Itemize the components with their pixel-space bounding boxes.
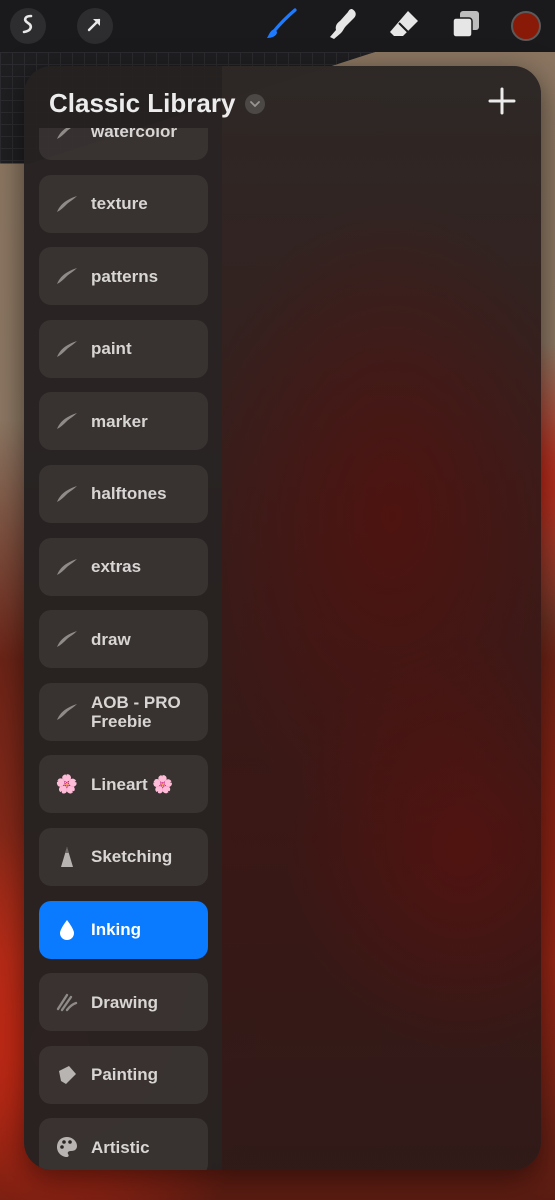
brush-set-label: Sketching	[91, 847, 173, 867]
brush-set-item[interactable]: Painting	[39, 1045, 208, 1104]
ink-drop-icon	[55, 918, 79, 942]
brush-set-label: patterns	[91, 266, 159, 286]
page-title: Classic Library	[49, 88, 236, 118]
brush-set-label: Artistic	[91, 1137, 150, 1157]
brush-set-item[interactable]: extras	[39, 537, 208, 596]
brush-set-label: AOB - PRO Freebie	[91, 692, 181, 731]
brush-set-label: watercolor	[91, 128, 177, 141]
eraser-icon	[386, 6, 422, 47]
brush-set-label: texture	[91, 194, 148, 214]
cursor-arrow-icon	[85, 14, 105, 39]
plus-icon	[488, 87, 516, 120]
brush-set-label: halftones	[91, 484, 167, 504]
palette-icon	[55, 1135, 79, 1159]
brush-set-item[interactable]: Inking	[39, 900, 208, 959]
brush-set-item[interactable]: texture	[39, 174, 208, 233]
brush-set-item[interactable]: halftones	[39, 464, 208, 523]
brush-set-label: paint	[91, 339, 132, 359]
brush-set-item[interactable]: paint	[39, 319, 208, 378]
brush-stroke-icon	[55, 555, 79, 579]
brush-set-item[interactable]: marker	[39, 392, 208, 451]
layers-button[interactable]	[448, 8, 484, 44]
brush-stroke-icon	[55, 409, 79, 433]
wrench-icon	[19, 13, 37, 40]
brush-set-label: marker	[91, 411, 148, 431]
brush-stroke-icon	[55, 264, 79, 288]
brush-set-list-viewport[interactable]: watercolor texture patterns paint marker half…	[24, 128, 222, 1170]
top-toolbar	[0, 0, 555, 52]
brush-library-panel: watercolor texture patterns paint marker half…	[24, 66, 541, 1170]
eraser-tool-button[interactable]	[386, 8, 422, 44]
brush-stroke-icon	[55, 128, 79, 143]
brush-set-item[interactable]: patterns	[39, 247, 208, 306]
brush-set-item[interactable]: watercolor	[39, 128, 208, 160]
brush-stroke-icon	[55, 700, 79, 724]
brush-set-item[interactable]: Sketching	[39, 827, 208, 886]
brush-set-label: draw	[91, 629, 131, 649]
brush-icon	[264, 6, 300, 47]
brush-set-label: Drawing	[91, 992, 159, 1012]
brush-stroke-icon	[55, 627, 79, 651]
flower-icon: 🌸	[55, 774, 79, 795]
brush-stroke-icon	[55, 192, 79, 216]
library-title-button[interactable]: Classic Library	[49, 88, 266, 119]
layers-icon	[450, 8, 482, 45]
brush-set-item[interactable]: 🌸 Lineart 🌸	[39, 755, 208, 814]
smudge-tool-button[interactable]	[325, 8, 361, 44]
chevron-down-icon	[245, 93, 266, 114]
actions-button[interactable]	[10, 8, 46, 44]
pencil-tip-icon	[55, 845, 79, 869]
paint-brush-icon	[55, 1063, 79, 1087]
color-swatch-button[interactable]	[511, 11, 541, 41]
scribble-icon	[55, 990, 79, 1014]
selection-button[interactable]	[77, 8, 113, 44]
brush-set-label: Inking	[91, 920, 142, 940]
brush-set-item[interactable]: Drawing	[39, 973, 208, 1032]
brush-tool-button[interactable]	[264, 6, 300, 47]
brush-set-label: extras	[91, 557, 142, 577]
brush-set-item[interactable]: Artistic	[39, 1118, 208, 1170]
add-brush-set-button[interactable]	[485, 86, 519, 120]
smudge-finger-icon	[325, 6, 361, 47]
brush-set-item[interactable]: AOB - PRO Freebie	[39, 682, 208, 741]
brush-stroke-icon	[55, 482, 79, 506]
brush-set-list: watercolor texture patterns paint marker half…	[39, 128, 208, 1170]
brush-stroke-icon	[55, 337, 79, 361]
brush-set-label: Lineart 🌸	[91, 774, 174, 794]
brush-set-item[interactable]: draw	[39, 610, 208, 669]
brush-set-label: Painting	[91, 1065, 159, 1085]
brush-preview-area	[222, 66, 541, 1170]
